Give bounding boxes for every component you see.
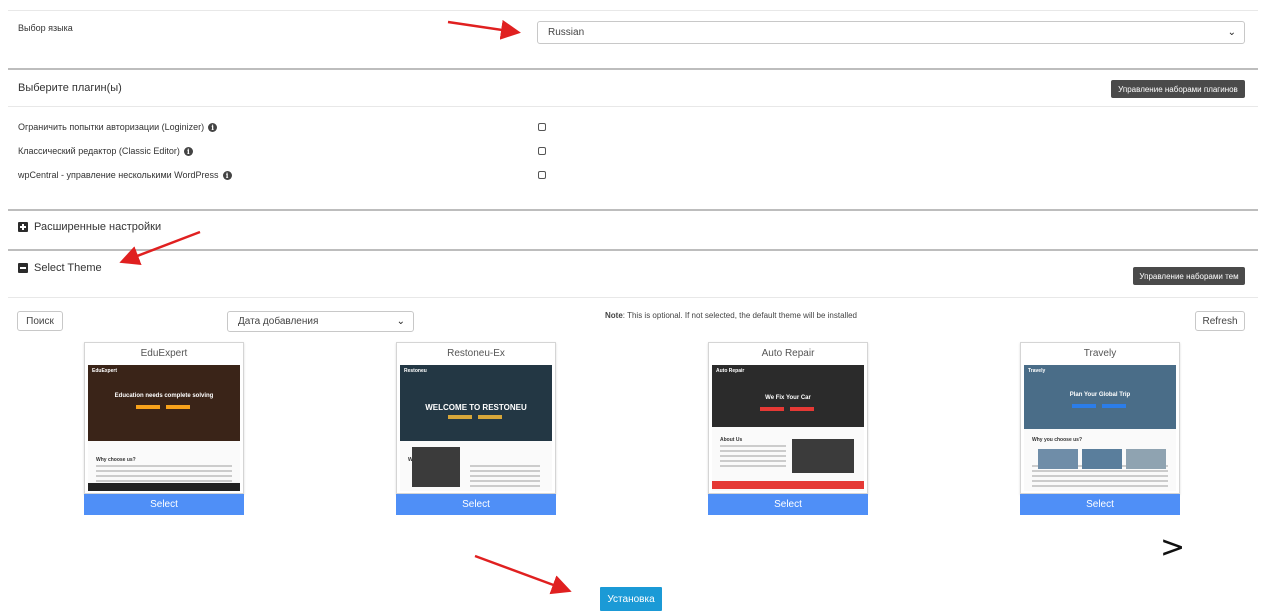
annotation-arrow-language — [447, 19, 521, 40]
annotation-arrow-theme — [119, 230, 201, 265]
annotation-arrow-install — [474, 554, 572, 595]
annotation-arrows — [119, 19, 572, 595]
